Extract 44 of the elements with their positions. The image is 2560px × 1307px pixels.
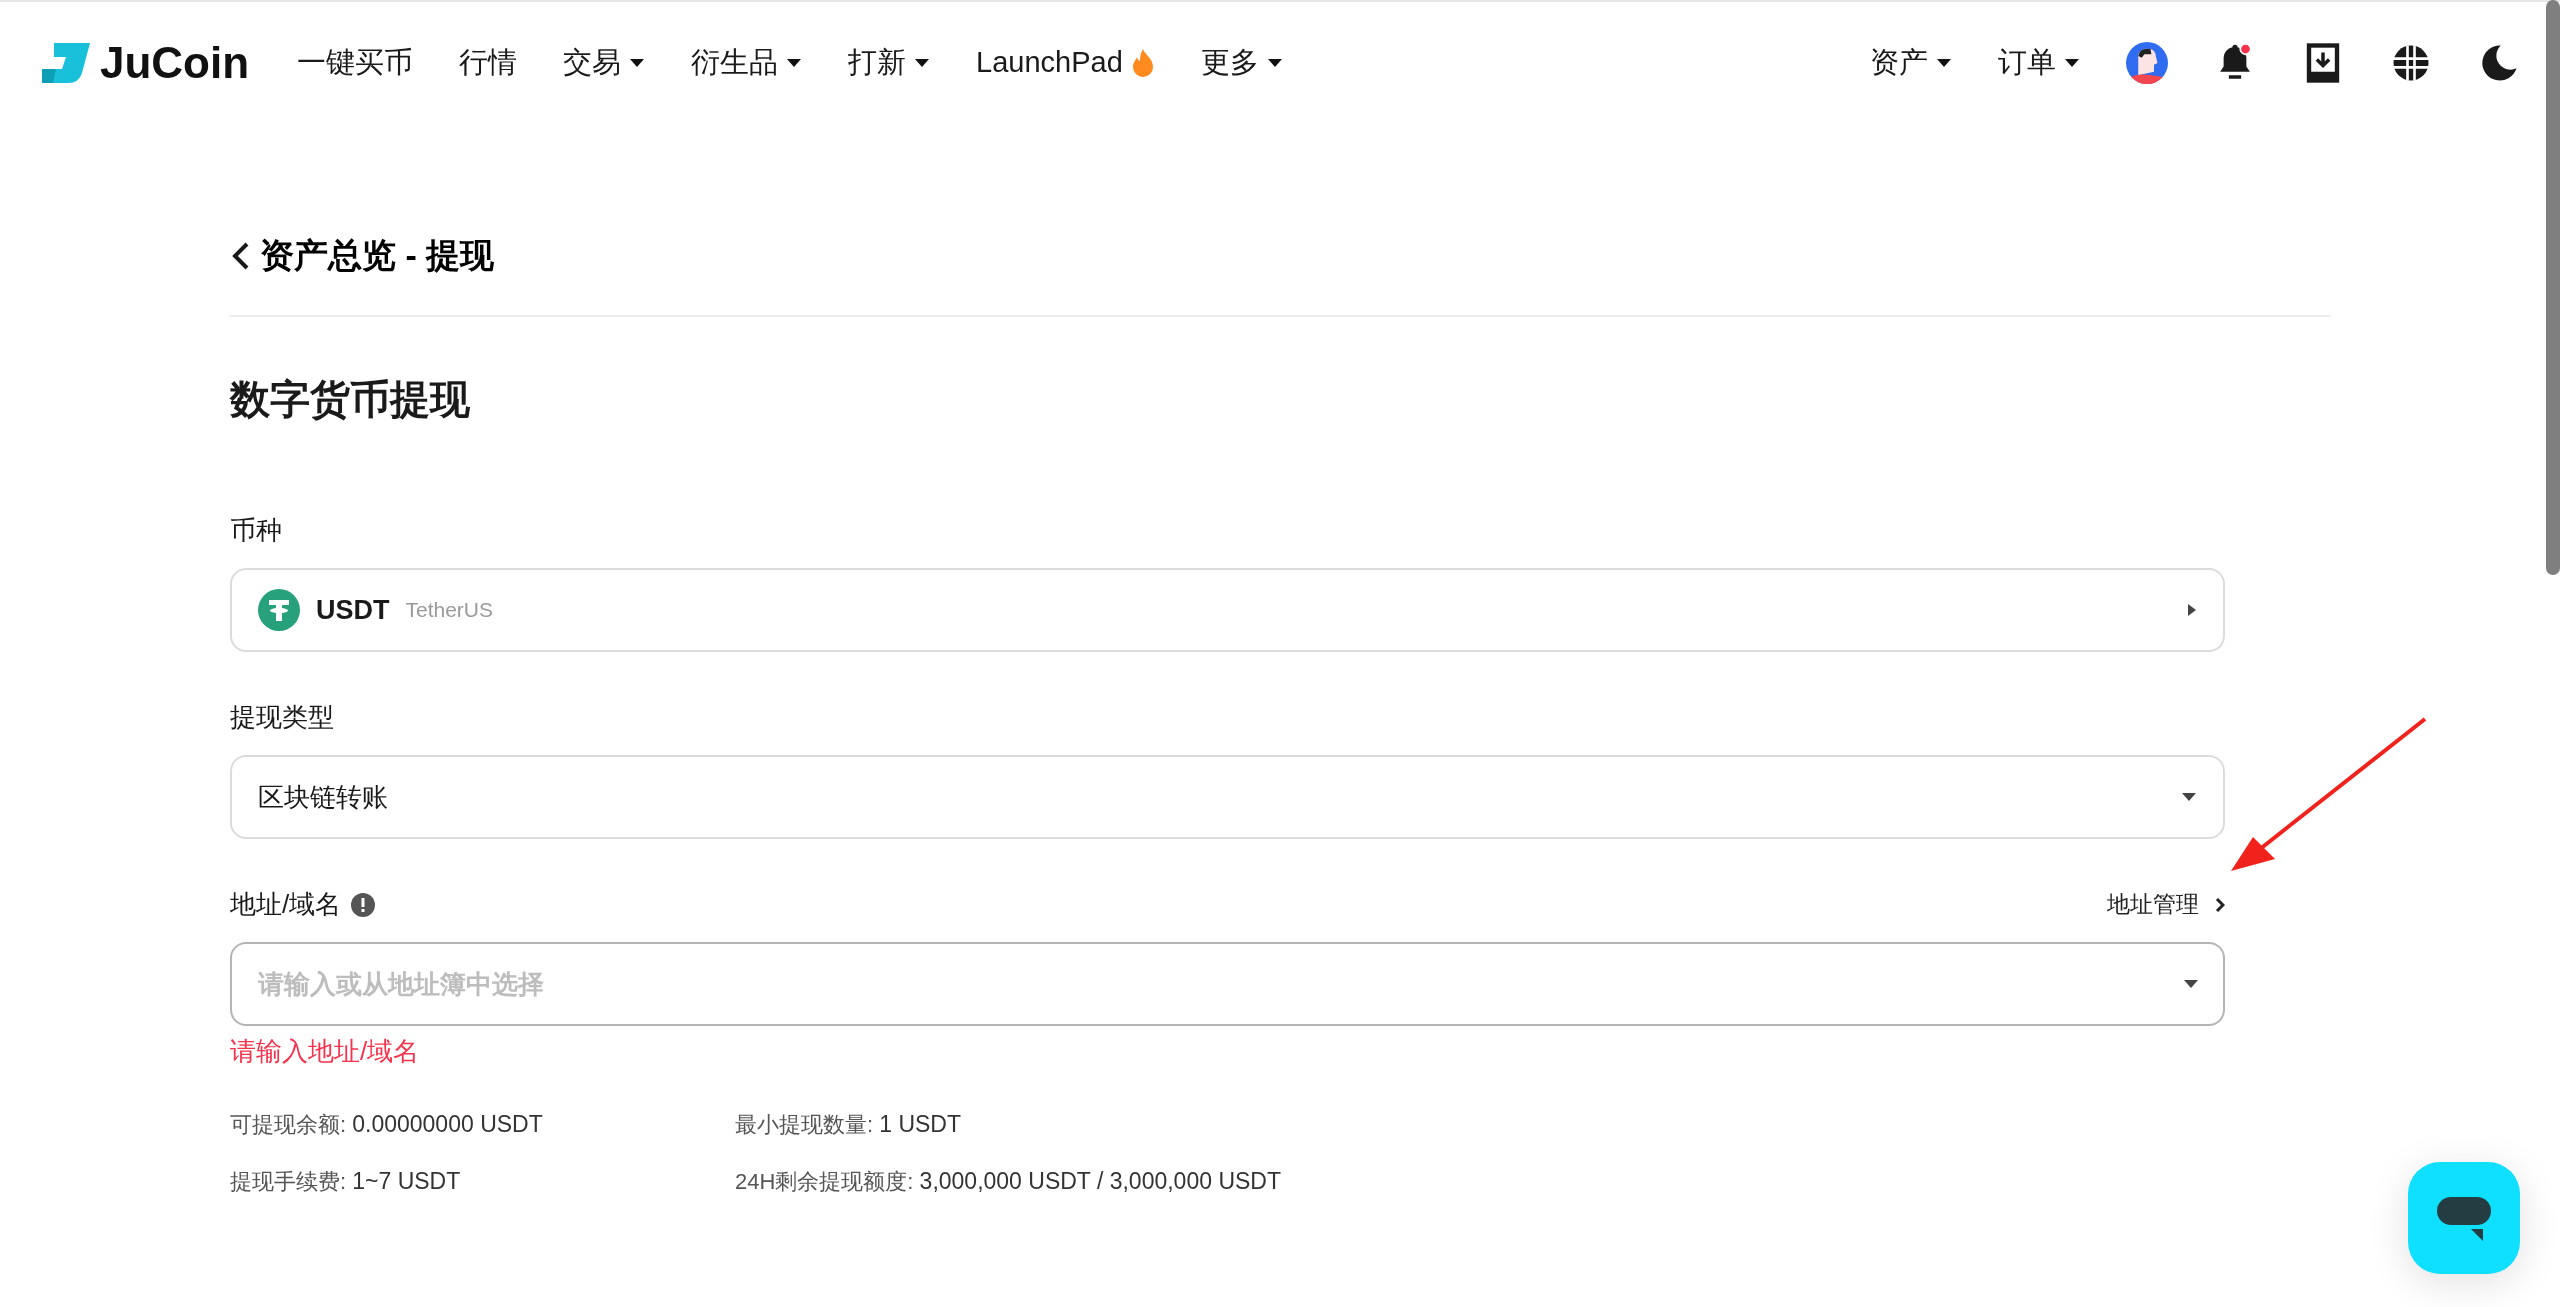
page-title: 数字货币提现 — [230, 376, 471, 423]
nav-link[interactable]: 打新 — [848, 41, 931, 85]
back-link[interactable]: 资产总览 - 提现 — [230, 230, 495, 281]
nav-link[interactable]: 衍生品 — [691, 41, 803, 85]
nav-link[interactable]: 行情 — [459, 41, 518, 85]
address-field[interactable]: 请输入或从地址簿中选择 — [230, 942, 2225, 1026]
nav-link[interactable]: 一键买币 — [297, 41, 414, 85]
coin-name: TetherUS — [405, 597, 494, 624]
caret-icon — [2183, 979, 2199, 989]
info-text: 可提现余额: 0.00000000 USDT — [230, 1110, 544, 1139]
logo-icon — [40, 41, 92, 85]
caret-icon — [2181, 792, 2197, 802]
info-icon — [351, 892, 376, 917]
nav-link[interactable]: LaunchPad — [976, 41, 1155, 85]
error-message: 请输入地址/域名 — [230, 1035, 421, 1068]
caret-icon — [786, 58, 803, 68]
address-manage-link[interactable]: 地址管理 — [2107, 887, 2225, 922]
caret-icon — [629, 58, 646, 68]
select-field[interactable]: 区块链转账 — [230, 755, 2225, 839]
logo-text: JuCoin — [100, 37, 250, 89]
chevron-right-icon — [2215, 896, 2225, 913]
caret-icon — [1936, 58, 1952, 68]
caret-icon — [2187, 603, 2197, 617]
chat-button[interactable] — [2408, 1162, 2520, 1274]
chat-icon — [2435, 1195, 2493, 1241]
info-text: 提现手续费: 1~7 USDT — [230, 1166, 462, 1196]
nav-menu[interactable]: 资产 — [1870, 41, 1952, 85]
fire-icon — [1130, 48, 1155, 78]
tether-icon — [258, 589, 300, 631]
caret-icon — [2064, 58, 2080, 68]
nav-link[interactable]: 交易 — [563, 41, 646, 85]
field-label: 币种 — [230, 514, 282, 547]
info-text: 最小提现数量: 1 USDT — [735, 1110, 963, 1139]
select-value: 区块链转账 — [258, 780, 388, 814]
field-label: 提现类型 — [230, 701, 334, 734]
info-text: 24H剩余提现额度: 3,000,000 USDT / 3,000,000 USDT — [735, 1166, 1282, 1196]
field-label: 地址/域名 — [230, 888, 342, 921]
coin-select[interactable]: USDT TetherUS — [230, 568, 2225, 652]
nav-link[interactable]: 更多 — [1200, 41, 1283, 85]
caret-icon — [1266, 58, 1283, 68]
caret-icon — [914, 58, 931, 68]
coin-code: USDT — [316, 593, 390, 627]
nav-menu[interactable]: 订单 — [1998, 41, 2080, 85]
avatar-icon — [2126, 42, 2168, 84]
